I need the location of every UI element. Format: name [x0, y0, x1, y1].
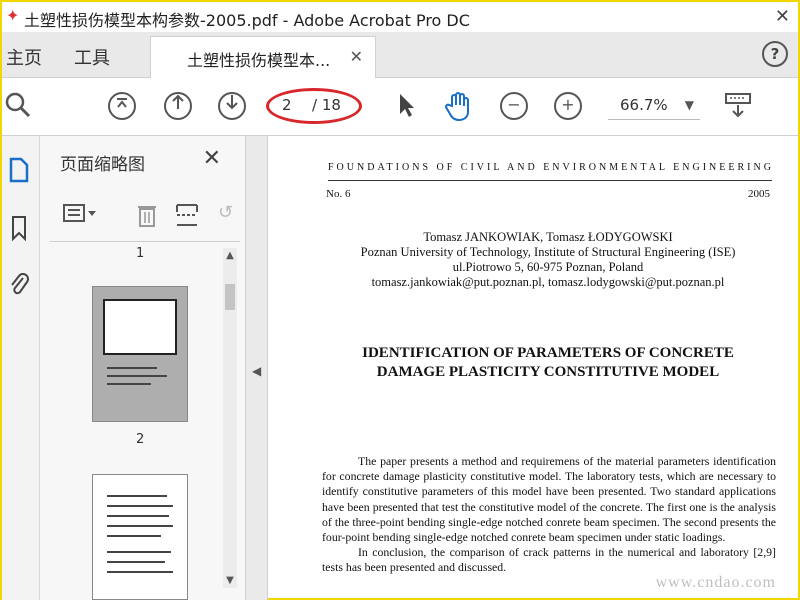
thumbnail-2-label: 2: [136, 432, 145, 447]
attachment-icon[interactable]: [6, 270, 32, 300]
author-block: Tomasz JANKOWIAK, Tomasz ŁODYGOWSKI Pozn…: [308, 230, 788, 290]
extract-page-icon[interactable]: [174, 202, 200, 233]
app-logo-icon: ✦: [6, 6, 20, 25]
thumbnail-text-line: [107, 375, 167, 377]
chevron-down-icon: ▼: [684, 98, 694, 112]
thumbnail-1-label: 1: [136, 246, 145, 261]
thumbnail-options-icon[interactable]: [62, 202, 98, 229]
thumbnail-text-line: [107, 535, 161, 537]
panel-title: 页面缩略图: [60, 155, 145, 175]
keyboard-icon[interactable]: [724, 92, 752, 120]
page-thumbnails-icon[interactable]: [6, 156, 32, 186]
document-page: FOUNDATIONS OF CIVIL AND ENVIRONMENTAL E…: [268, 136, 800, 600]
issue-year: 2005: [748, 188, 770, 200]
bookmark-icon[interactable]: [6, 214, 32, 244]
prev-page-icon[interactable]: [164, 92, 192, 120]
thumbnail-text-line: [107, 495, 167, 497]
tab-document-label: 土塑性损伤模型本...: [187, 51, 331, 70]
tab-document[interactable]: 土塑性损伤模型本... ✕: [150, 36, 376, 78]
abstract: The paper presents a method and requirem…: [322, 454, 776, 576]
thumbnail-text-line: [107, 383, 151, 385]
thumbnail-page-2[interactable]: [92, 474, 188, 600]
thumbnails-panel: 页面缩略图 ✕ ↺ 1 2 ▲ ▼: [40, 136, 246, 600]
thumbnail-text-line: [107, 515, 169, 517]
thumbnail-text-line: [107, 505, 173, 507]
thumbnail-text-line: [107, 561, 165, 563]
zoom-out-icon[interactable]: −: [500, 92, 528, 120]
zoom-value: 66.7%: [620, 96, 668, 114]
thumbnail-text-line: [107, 551, 171, 553]
watermark: www.cndao.com: [655, 574, 776, 591]
zoom-in-icon[interactable]: +: [554, 92, 582, 120]
search-icon[interactable]: [4, 92, 32, 120]
address: ul.Piotrowo 5, 60-975 Poznan, Poland: [452, 260, 644, 274]
thumbnail-text-line: [107, 367, 157, 369]
abstract-paragraph-2: In conclusion, the comparison of crack p…: [322, 545, 776, 575]
authors: Tomasz JANKOWIAK, Tomasz ŁODYGOWSKI: [423, 230, 673, 244]
tab-tools[interactable]: 工具: [74, 44, 110, 70]
title-bar: ✦ 土塑性损伤模型本构参数-2005.pdf - Adobe Acrobat P…: [0, 0, 800, 32]
issue-number: No. 6: [326, 188, 351, 200]
abstract-paragraph-1: The paper presents a method and requirem…: [322, 454, 776, 545]
select-cursor-icon[interactable]: [392, 92, 420, 120]
panel-close-icon[interactable]: ✕: [203, 146, 221, 171]
collapse-panel-icon[interactable]: ◀: [252, 364, 261, 378]
emails: tomasz.jankowiak@put.poznan.pl, tomasz.l…: [371, 275, 725, 289]
tab-home[interactable]: 主页: [6, 44, 42, 70]
scrollbar-thumb[interactable]: [225, 284, 235, 310]
hand-tool-icon[interactable]: [444, 92, 472, 122]
first-page-icon[interactable]: [108, 92, 136, 120]
panel-scrollbar[interactable]: ▲ ▼: [223, 248, 237, 588]
window-title: 土塑性损伤模型本构参数-2005.pdf - Adobe Acrobat Pro…: [24, 11, 470, 30]
close-icon[interactable]: ✕: [775, 6, 790, 27]
rotate-icon[interactable]: ↺: [218, 202, 233, 223]
thumbnail-page-1-content: [103, 299, 177, 355]
panel-splitter[interactable]: ◀: [246, 136, 268, 600]
paper-title-line-2: DAMAGE PLASTICITY CONSTITUTIVE MODEL: [376, 364, 720, 380]
paper-title: IDENTIFICATION OF PARAMETERS OF CONCRETE…: [308, 344, 788, 382]
thumbnail-page-1[interactable]: [92, 286, 188, 422]
zoom-select[interactable]: 66.7% ▼: [608, 92, 700, 120]
help-icon[interactable]: ?: [762, 41, 788, 67]
scroll-down-icon[interactable]: ▼: [223, 575, 237, 586]
journal-name: FOUNDATIONS OF CIVIL AND ENVIRONMENTAL E…: [328, 162, 774, 173]
thumbnail-text-line: [107, 571, 173, 573]
scroll-up-icon[interactable]: ▲: [223, 250, 237, 261]
tab-bar: 主页 工具 土塑性损伤模型本... ✕ ?: [0, 32, 800, 78]
affiliation: Poznan University of Technology, Institu…: [360, 245, 736, 259]
next-page-icon[interactable]: [218, 92, 246, 120]
toolbar: 2 / 18 − + 66.7% ▼: [0, 78, 800, 136]
delete-page-icon[interactable]: [136, 202, 158, 233]
panel-toolbar: ↺: [50, 192, 240, 242]
left-rail: [0, 136, 40, 600]
thumbnail-text-line: [107, 525, 173, 527]
highlight-ellipse: [266, 88, 362, 124]
header-rule: [328, 180, 772, 181]
page-number-box[interactable]: 2 / 18: [266, 88, 362, 124]
tab-close-icon[interactable]: ✕: [350, 47, 363, 66]
paper-title-line-1: IDENTIFICATION OF PARAMETERS OF CONCRETE: [362, 345, 734, 361]
